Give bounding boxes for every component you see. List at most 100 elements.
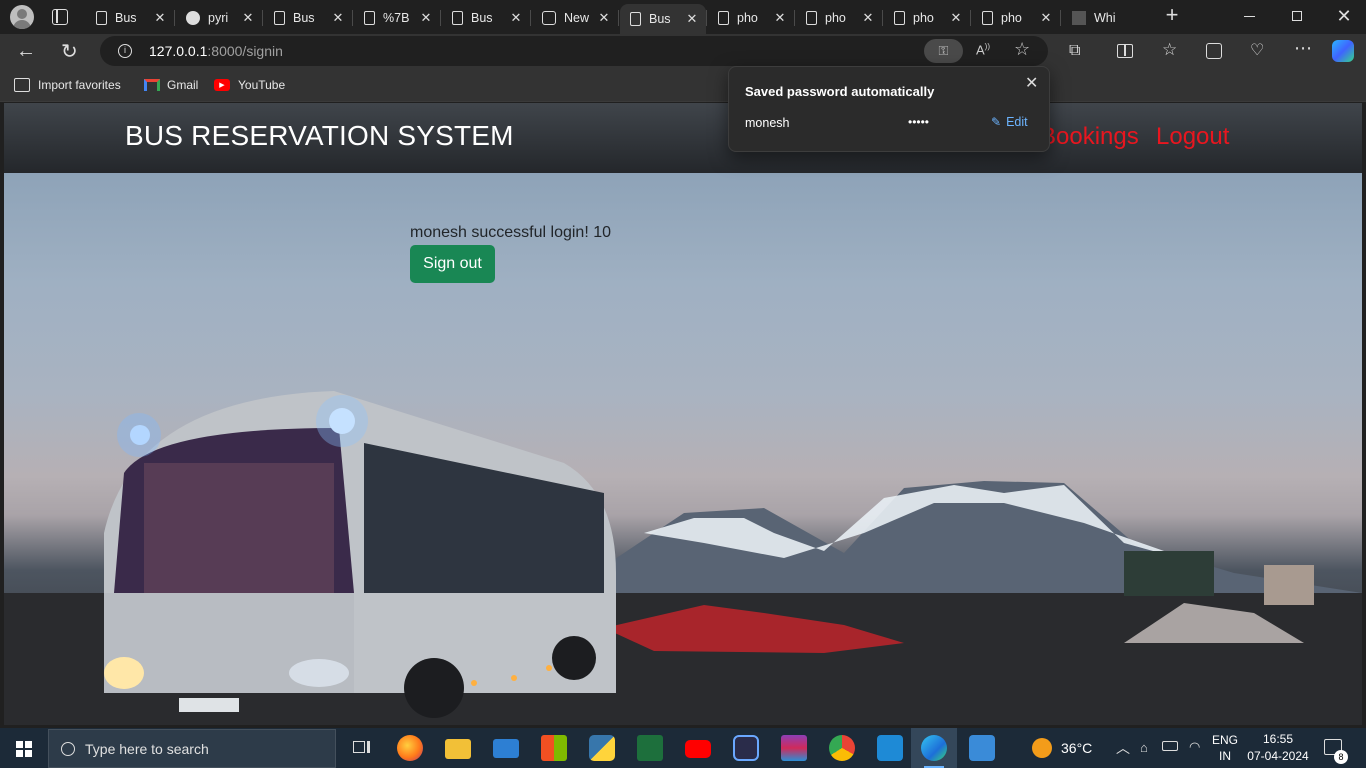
page-icon	[274, 11, 285, 25]
extensions-icon[interactable]: ⧉	[1069, 42, 1080, 60]
password-key-icon[interactable]: ⚿	[924, 39, 963, 63]
tab-6[interactable]: Bus ✕	[620, 4, 706, 34]
photos-icon[interactable]	[969, 735, 995, 761]
tab-10[interactable]: pho ✕	[972, 4, 1060, 32]
restore-button[interactable]	[1292, 11, 1302, 21]
collections-icon[interactable]	[1206, 43, 1222, 59]
tab-separator	[352, 10, 353, 26]
vscode-icon[interactable]	[877, 735, 903, 761]
favorite-star-icon[interactable]: ☆	[1014, 39, 1030, 60]
favorites-icon[interactable]: ☆	[1162, 40, 1177, 60]
battery-icon[interactable]	[1162, 741, 1178, 751]
bookmark-gmail[interactable]: Gmail	[144, 78, 198, 92]
url-host: 127.0.0.1	[149, 43, 208, 59]
tab-actions-icon[interactable]	[52, 9, 68, 25]
back-button[interactable]: ←	[16, 40, 36, 63]
youtube-icon: ▶	[214, 79, 230, 91]
store-icon[interactable]	[541, 735, 567, 761]
search-icon	[61, 741, 75, 756]
close-tab-icon[interactable]: ✕	[684, 11, 700, 27]
page-icon	[718, 11, 729, 25]
tab-separator	[706, 10, 707, 26]
close-tab-icon[interactable]: ✕	[330, 10, 346, 26]
tab-1[interactable]: pyri ✕	[176, 4, 262, 32]
sheets-icon[interactable]	[637, 735, 663, 761]
windows-start-icon[interactable]	[16, 741, 32, 757]
close-tab-icon[interactable]: ✕	[508, 10, 524, 26]
page-icon	[982, 11, 993, 25]
copilot-icon[interactable]	[1332, 40, 1354, 62]
winrar-icon[interactable]	[781, 735, 807, 761]
tab-0[interactable]: Bus ✕	[86, 4, 174, 32]
close-tab-icon[interactable]: ✕	[860, 10, 876, 26]
weather-icon[interactable]	[1032, 738, 1052, 758]
page-icon	[96, 11, 107, 25]
tab-separator	[262, 10, 263, 26]
close-tab-icon[interactable]: ✕	[596, 10, 612, 26]
tab-title: Whi	[1094, 11, 1116, 25]
tab-11[interactable]: Whi	[1062, 4, 1148, 32]
close-tab-icon[interactable]: ✕	[418, 10, 434, 26]
bookmark-import-favorites[interactable]: Import favorites	[14, 78, 121, 92]
youtube-app-icon[interactable]	[685, 740, 711, 758]
close-tab-icon[interactable]: ✕	[240, 10, 256, 26]
wifi-icon[interactable]: ◠	[1189, 739, 1200, 755]
tab-title: %7B	[383, 11, 410, 25]
read-aloud-icon[interactable]: A))	[976, 42, 990, 57]
chrome-icon[interactable]	[829, 735, 855, 761]
tab-title: Bus	[471, 11, 493, 25]
bookmark-youtube[interactable]: ▶ YouTube	[214, 78, 285, 92]
tab-2[interactable]: Bus ✕	[264, 4, 352, 32]
bookmark-label: Gmail	[167, 78, 199, 92]
tab-5[interactable]: New ✕	[532, 4, 618, 32]
settings-menu-icon[interactable]: ⋯	[1294, 38, 1312, 59]
webstorm-icon[interactable]	[733, 735, 759, 761]
close-window-button[interactable]: ✕	[1334, 4, 1354, 28]
minimize-button[interactable]	[1244, 16, 1255, 17]
tab-separator	[970, 10, 971, 26]
tray-chevron-icon[interactable]: ︿	[1116, 738, 1130, 758]
onedrive-icon[interactable]: ⌂	[1140, 740, 1148, 755]
page-icon	[806, 11, 817, 25]
performance-icon[interactable]: ♡	[1250, 40, 1264, 60]
edit-password-button[interactable]: ✎ Edit	[991, 115, 1028, 129]
clock-time: 16:55	[1262, 732, 1294, 746]
tab-3[interactable]: %7B ✕	[354, 4, 440, 32]
edge-icon[interactable]	[921, 735, 947, 761]
close-tab-icon[interactable]: ✕	[948, 10, 964, 26]
taskbar-search-box[interactable]: Type here to search	[48, 729, 336, 768]
import-icon	[14, 78, 30, 92]
tab-9[interactable]: pho ✕	[884, 4, 970, 32]
web-page: BUS RESERVATION SYSTEM Bookings Logout m…	[4, 103, 1362, 725]
weather-temp[interactable]: 36°C	[1061, 740, 1092, 756]
file-explorer-icon[interactable]	[445, 739, 471, 759]
close-icon[interactable]: ✕	[1025, 73, 1038, 93]
sign-out-button[interactable]: Sign out	[410, 245, 495, 283]
tab-title: Bus	[115, 11, 137, 25]
close-tab-icon[interactable]: ✕	[772, 10, 788, 26]
site-brand[interactable]: BUS RESERVATION SYSTEM	[125, 120, 514, 152]
mail-icon[interactable]	[493, 739, 519, 758]
new-tab-button[interactable]: +	[1160, 4, 1184, 28]
page-icon	[630, 12, 641, 26]
site-info-icon[interactable]: i	[118, 44, 132, 58]
address-bar[interactable]: i 127.0.0.1:8000/signin ⚿ A)) ☆	[100, 36, 1048, 66]
clock[interactable]: 16:55 07-04-2024	[1244, 732, 1312, 763]
nav-logout-link[interactable]: Logout	[1156, 123, 1229, 151]
profile-avatar[interactable]	[10, 5, 34, 29]
tab-8[interactable]: pho ✕	[796, 4, 882, 32]
close-tab-icon[interactable]: ✕	[1038, 10, 1054, 26]
edit-label: Edit	[1006, 115, 1028, 129]
python-icon[interactable]	[589, 735, 615, 761]
nav-bookings-link[interactable]: Bookings	[1040, 123, 1139, 151]
bus-mountains-image	[4, 391, 1362, 725]
clock-date: 07-04-2024	[1247, 749, 1309, 763]
tab-4[interactable]: Bus ✕	[442, 4, 530, 32]
refresh-button[interactable]: ↻	[61, 39, 78, 64]
language-indicator[interactable]: ENG IN	[1212, 733, 1238, 763]
task-view-icon[interactable]	[349, 735, 375, 761]
close-tab-icon[interactable]: ✕	[152, 10, 168, 26]
firefox-icon[interactable]	[397, 735, 423, 761]
tab-7[interactable]: pho ✕	[708, 4, 794, 32]
split-screen-icon[interactable]	[1117, 44, 1133, 58]
